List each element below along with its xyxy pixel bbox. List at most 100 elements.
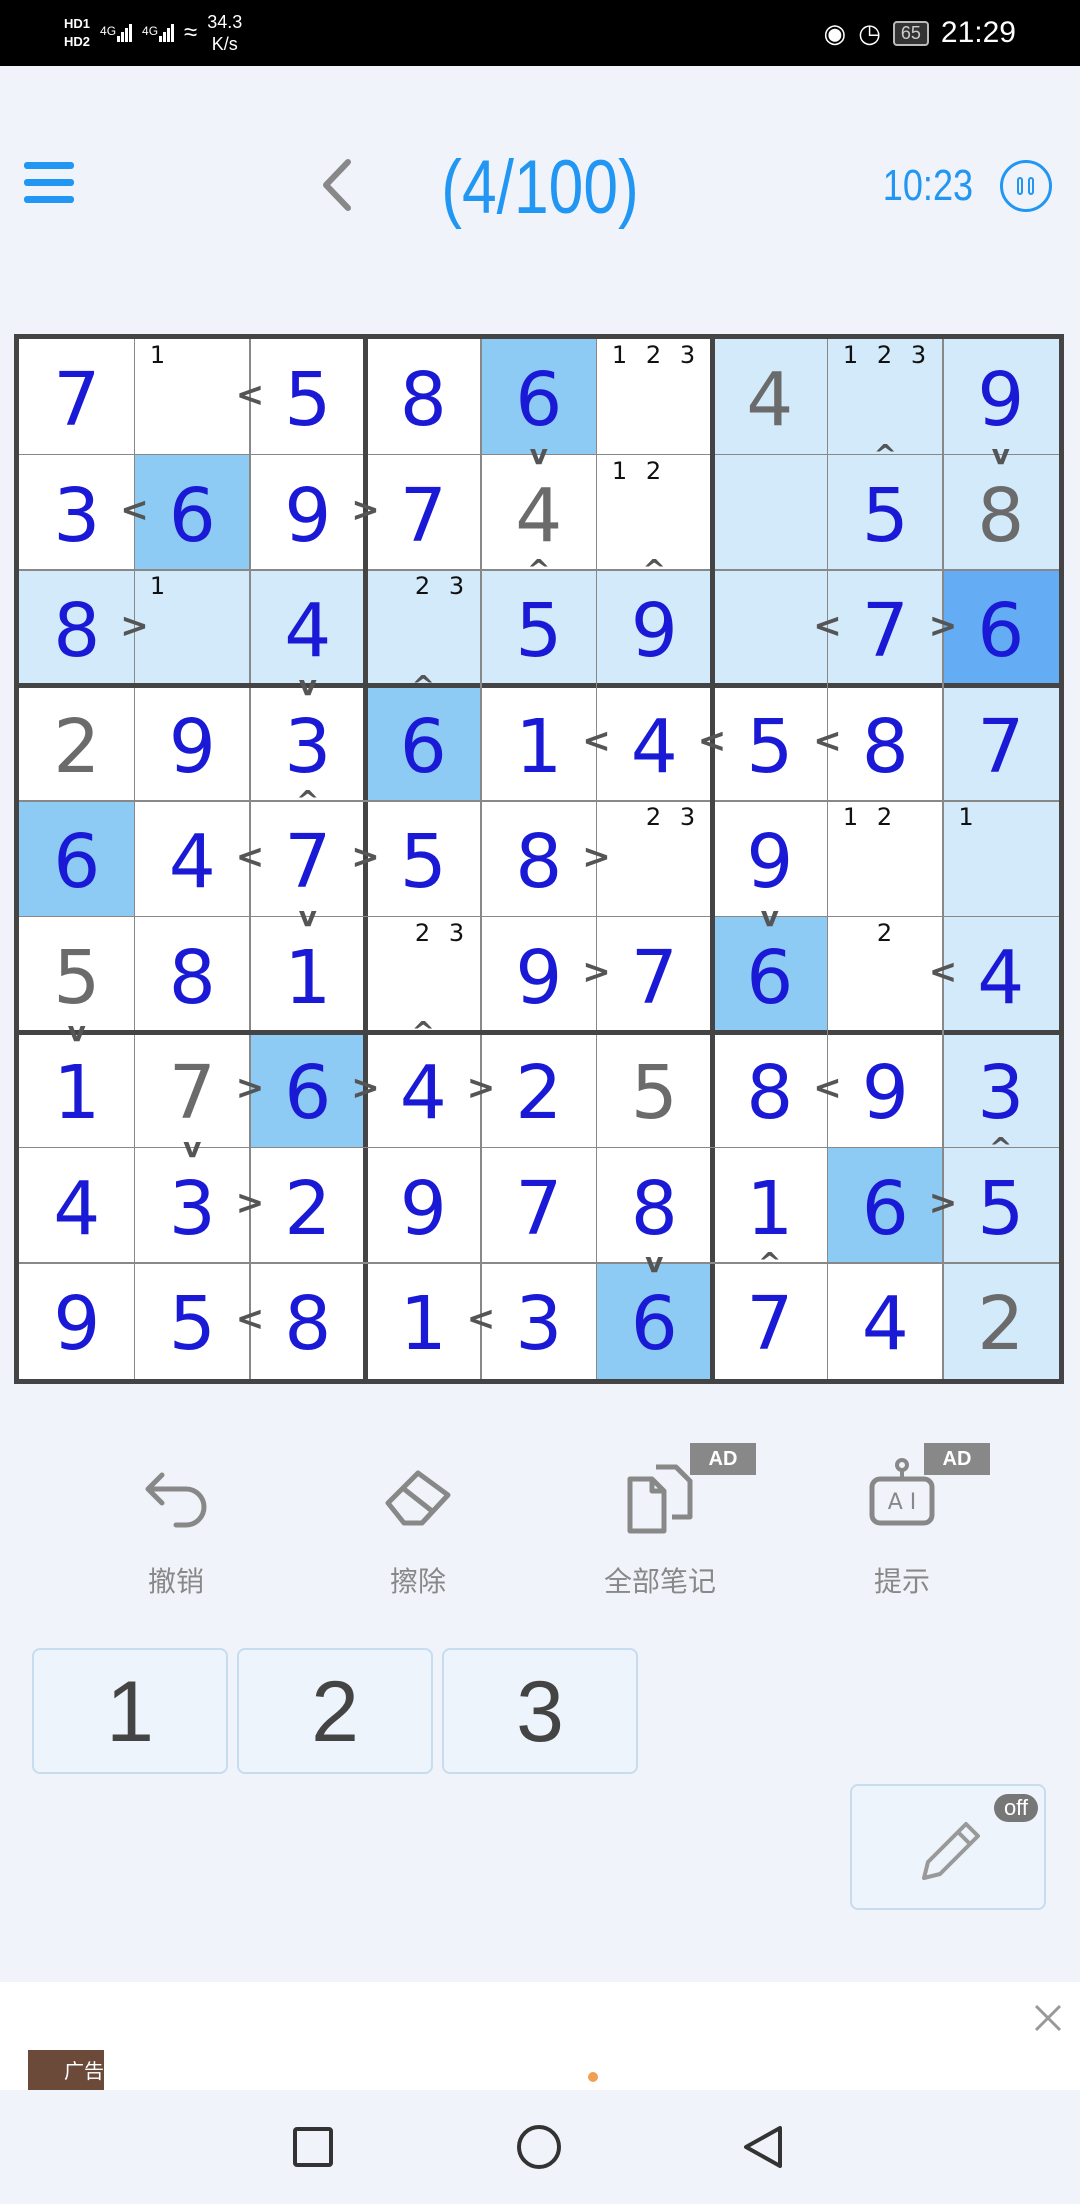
board-cell-r9c2[interactable]: 5 xyxy=(134,1263,250,1379)
ad-banner[interactable] xyxy=(0,1982,1080,2090)
cell-digit: 9 xyxy=(53,1281,101,1367)
board-cell-r3c8[interactable]: 7 xyxy=(827,570,943,686)
board-cell-r1c7[interactable]: 4 xyxy=(712,339,828,455)
board-cell-r4c2[interactable]: 9 xyxy=(134,685,250,801)
inequality-sign: > xyxy=(582,952,611,993)
board-cell-r4c6[interactable]: 4 xyxy=(596,685,712,801)
board-cell-r6c7[interactable]: 6 xyxy=(712,916,828,1032)
board-cell-r7c3[interactable]: 6 xyxy=(250,1032,366,1148)
undo-button[interactable]: 撤销 xyxy=(96,1455,256,1605)
board-cell-r5c9[interactable]: 1 xyxy=(943,801,1059,917)
board-cell-r8c8[interactable]: 6 xyxy=(827,1147,943,1263)
pause-button[interactable] xyxy=(1000,160,1052,212)
inequality-sign: v xyxy=(183,1130,202,1164)
board-cell-r7c5[interactable]: 2 xyxy=(481,1032,597,1148)
board-cell-r9c8[interactable]: 4 xyxy=(827,1263,943,1379)
pencil-toggle-button[interactable]: off xyxy=(850,1784,1046,1910)
number-button-1[interactable]: 1 xyxy=(32,1648,228,1774)
board-cell-r1c2[interactable]: 1 xyxy=(134,339,250,455)
board-cell-r3c6[interactable]: 9 xyxy=(596,570,712,686)
undo-icon xyxy=(145,1472,207,1528)
board-cell-r6c8[interactable]: 2 xyxy=(827,916,943,1032)
board-cell-r5c2[interactable]: 4 xyxy=(134,801,250,917)
board-cell-r8c9[interactable]: 5 xyxy=(943,1147,1059,1263)
board-cell-r3c2[interactable]: 1 xyxy=(134,570,250,686)
board-cell-r2c9[interactable]: 8 xyxy=(943,454,1059,570)
back-arrow-icon[interactable] xyxy=(318,156,358,214)
board-cell-r5c6[interactable]: 23 xyxy=(596,801,712,917)
board-cell-r4c7[interactable]: 5 xyxy=(712,685,828,801)
cell-digit: 6 xyxy=(284,1050,332,1136)
board-cell-r1c6[interactable]: 123 xyxy=(596,339,712,455)
board-cell-r7c4[interactable]: 4 xyxy=(365,1032,481,1148)
hd1-label: HD1 xyxy=(64,16,91,31)
board-cell-r2c3[interactable]: 9 xyxy=(250,454,366,570)
cell-digit: 5 xyxy=(399,819,447,905)
cell-digit: 7 xyxy=(630,934,678,1021)
board-cell-r9c5[interactable]: 3 xyxy=(481,1263,597,1379)
cell-digit: 7 xyxy=(53,357,101,443)
board-cell-r9c1[interactable]: 9 xyxy=(19,1263,135,1379)
board-cell-r2c7[interactable] xyxy=(712,454,828,570)
inequality-sign: < xyxy=(928,952,958,993)
board-cell-r7c8[interactable]: 9 xyxy=(827,1032,943,1148)
board-cell-r1c4[interactable]: 8 xyxy=(365,339,481,455)
all-notes-button[interactable]: 全部笔记 xyxy=(580,1455,740,1605)
board-cell-r3c7[interactable] xyxy=(712,570,828,686)
ad-logo: 广告 xyxy=(28,2050,104,2092)
game-timer: 10:23 xyxy=(882,161,974,210)
board-cell-r6c5[interactable]: 9 xyxy=(481,916,597,1032)
board-cell-r7c7[interactable]: 8 xyxy=(712,1032,828,1148)
board-cell-r4c1[interactable]: 2 xyxy=(19,685,135,801)
board-cell-r1c1[interactable]: 7 xyxy=(19,339,135,455)
board-cell-r2c4[interactable]: 7 xyxy=(365,454,481,570)
recent-apps-icon[interactable] xyxy=(292,2126,334,2168)
board-cell-r9c4[interactable]: 1 xyxy=(365,1263,481,1379)
board-cell-r8c4[interactable]: 9 xyxy=(365,1147,481,1263)
erase-button[interactable]: 擦除 xyxy=(338,1455,498,1605)
hint-button[interactable]: A I 提示 xyxy=(822,1455,982,1605)
board-cell-r4c5[interactable]: 1 xyxy=(481,685,597,801)
note-mark: 3 xyxy=(679,341,696,369)
grid-line xyxy=(19,1262,1059,1264)
board-cell-r6c9[interactable]: 4 xyxy=(943,916,1059,1032)
board-cell-r4c4[interactable]: 6 xyxy=(365,685,481,801)
board-cell-r3c5[interactable]: 5 xyxy=(481,570,597,686)
home-icon[interactable] xyxy=(516,2124,562,2170)
board-cell-r5c4[interactable]: 5 xyxy=(365,801,481,917)
board-cell-r1c3[interactable]: 5 xyxy=(250,339,366,455)
board-cell-r6c6[interactable]: 7 xyxy=(596,916,712,1032)
board-cell-r9c9[interactable]: 2 xyxy=(943,1263,1059,1379)
board-cell-r4c8[interactable]: 8 xyxy=(827,685,943,801)
board-cell-r2c1[interactable]: 3 xyxy=(19,454,135,570)
board-cell-r4c9[interactable]: 7 xyxy=(943,685,1059,801)
inequality-sign: > xyxy=(351,1067,380,1108)
board-cell-r3c1[interactable]: 8 xyxy=(19,570,135,686)
board-cell-r7c6[interactable]: 5 xyxy=(596,1032,712,1148)
board-cell-r6c3[interactable]: 1 xyxy=(250,916,366,1032)
back-icon[interactable] xyxy=(740,2124,786,2170)
board-cell-r8c2[interactable]: 3 xyxy=(134,1147,250,1263)
board-cell-r5c1[interactable]: 6 xyxy=(19,801,135,917)
board-cell-r6c2[interactable]: 8 xyxy=(134,916,250,1032)
menu-icon[interactable] xyxy=(20,158,76,208)
board-cell-r8c5[interactable]: 7 xyxy=(481,1147,597,1263)
board-cell-r3c9[interactable]: 6 xyxy=(943,570,1059,686)
number-button-2[interactable]: 2 xyxy=(237,1648,433,1774)
board-cell-r9c6[interactable]: 6 xyxy=(596,1263,712,1379)
board-cell-r2c8[interactable]: 5 xyxy=(827,454,943,570)
board-cell-r5c5[interactable]: 8 xyxy=(481,801,597,917)
board-cell-r2c2[interactable]: 6 xyxy=(134,454,250,570)
board-cell-r5c8[interactable]: 12 xyxy=(827,801,943,917)
board-cell-r7c1[interactable]: 1 xyxy=(19,1032,135,1148)
number-button-3[interactable]: 3 xyxy=(442,1648,638,1774)
close-icon[interactable] xyxy=(1030,2000,1066,2036)
board-cell-r8c1[interactable]: 4 xyxy=(19,1147,135,1263)
note-mark: 2 xyxy=(645,456,662,485)
board-cell-r8c3[interactable]: 2 xyxy=(250,1147,366,1263)
note-mark: 3 xyxy=(910,341,927,369)
note-mark: 2 xyxy=(876,918,893,947)
board-cell-r9c3[interactable]: 8 xyxy=(250,1263,366,1379)
board-cell-r9c7[interactable]: 7 xyxy=(712,1263,828,1379)
note-mark: 1 xyxy=(842,341,859,369)
